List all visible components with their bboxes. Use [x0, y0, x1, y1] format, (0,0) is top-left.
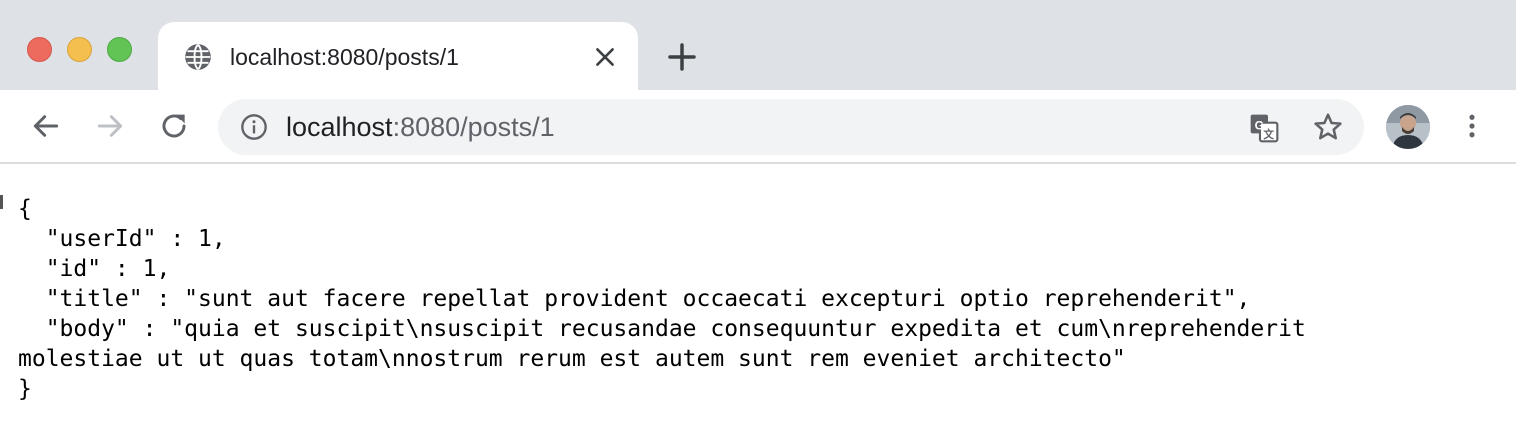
- url-path: :8080/posts/1: [392, 112, 555, 142]
- window-edge-marker: [0, 195, 3, 209]
- arrow-left-icon[interactable]: [30, 110, 62, 142]
- tab-strip: localhost:8080/posts/1: [0, 0, 1516, 90]
- star-icon[interactable]: [1312, 111, 1344, 143]
- profile-picture: [1386, 105, 1430, 149]
- json-line: }: [18, 376, 32, 402]
- json-line: "title" : "sunt aut facere repellat prov…: [18, 286, 1251, 312]
- address-bar[interactable]: localhost:8080/posts/1 G 文: [218, 99, 1364, 155]
- close-tab-icon[interactable]: [592, 44, 618, 70]
- json-line: "userId" : 1,: [18, 226, 226, 252]
- browser-window: localhost:8080/posts/1 localhost:8080/po…: [0, 0, 1516, 434]
- minimize-window-button[interactable]: [67, 37, 92, 62]
- tab-title: localhost:8080/posts/1: [230, 44, 459, 70]
- json-line: molestiae ut ut quas totam\nnostrum reru…: [18, 346, 1126, 372]
- json-response: { "userId" : 1, "id" : 1, "title" : "sun…: [18, 194, 1498, 404]
- globe-icon: [185, 44, 211, 70]
- json-line: {: [18, 196, 32, 222]
- kebab-menu-icon[interactable]: [1458, 108, 1486, 144]
- svg-text:文: 文: [1262, 128, 1274, 141]
- address-url[interactable]: localhost:8080/posts/1: [286, 111, 555, 143]
- new-tab-icon[interactable]: [666, 41, 698, 73]
- translate-icon[interactable]: G 文: [1248, 112, 1280, 144]
- reload-icon[interactable]: [158, 110, 190, 142]
- json-line: "id" : 1,: [18, 256, 171, 282]
- tab-active[interactable]: localhost:8080/posts/1: [158, 22, 638, 90]
- avatar[interactable]: [1386, 105, 1430, 149]
- info-icon[interactable]: [240, 113, 268, 141]
- toolbar: localhost:8080/posts/1 G 文: [0, 90, 1516, 164]
- close-window-button[interactable]: [27, 37, 52, 62]
- maximize-window-button[interactable]: [107, 37, 132, 62]
- page-content: { "userId" : 1, "id" : 1, "title" : "sun…: [0, 164, 1516, 434]
- json-line: "body" : "quia et suscipit\nsuscipit rec…: [18, 316, 1306, 342]
- arrow-right-icon[interactable]: [94, 110, 126, 142]
- url-host: localhost: [286, 112, 393, 142]
